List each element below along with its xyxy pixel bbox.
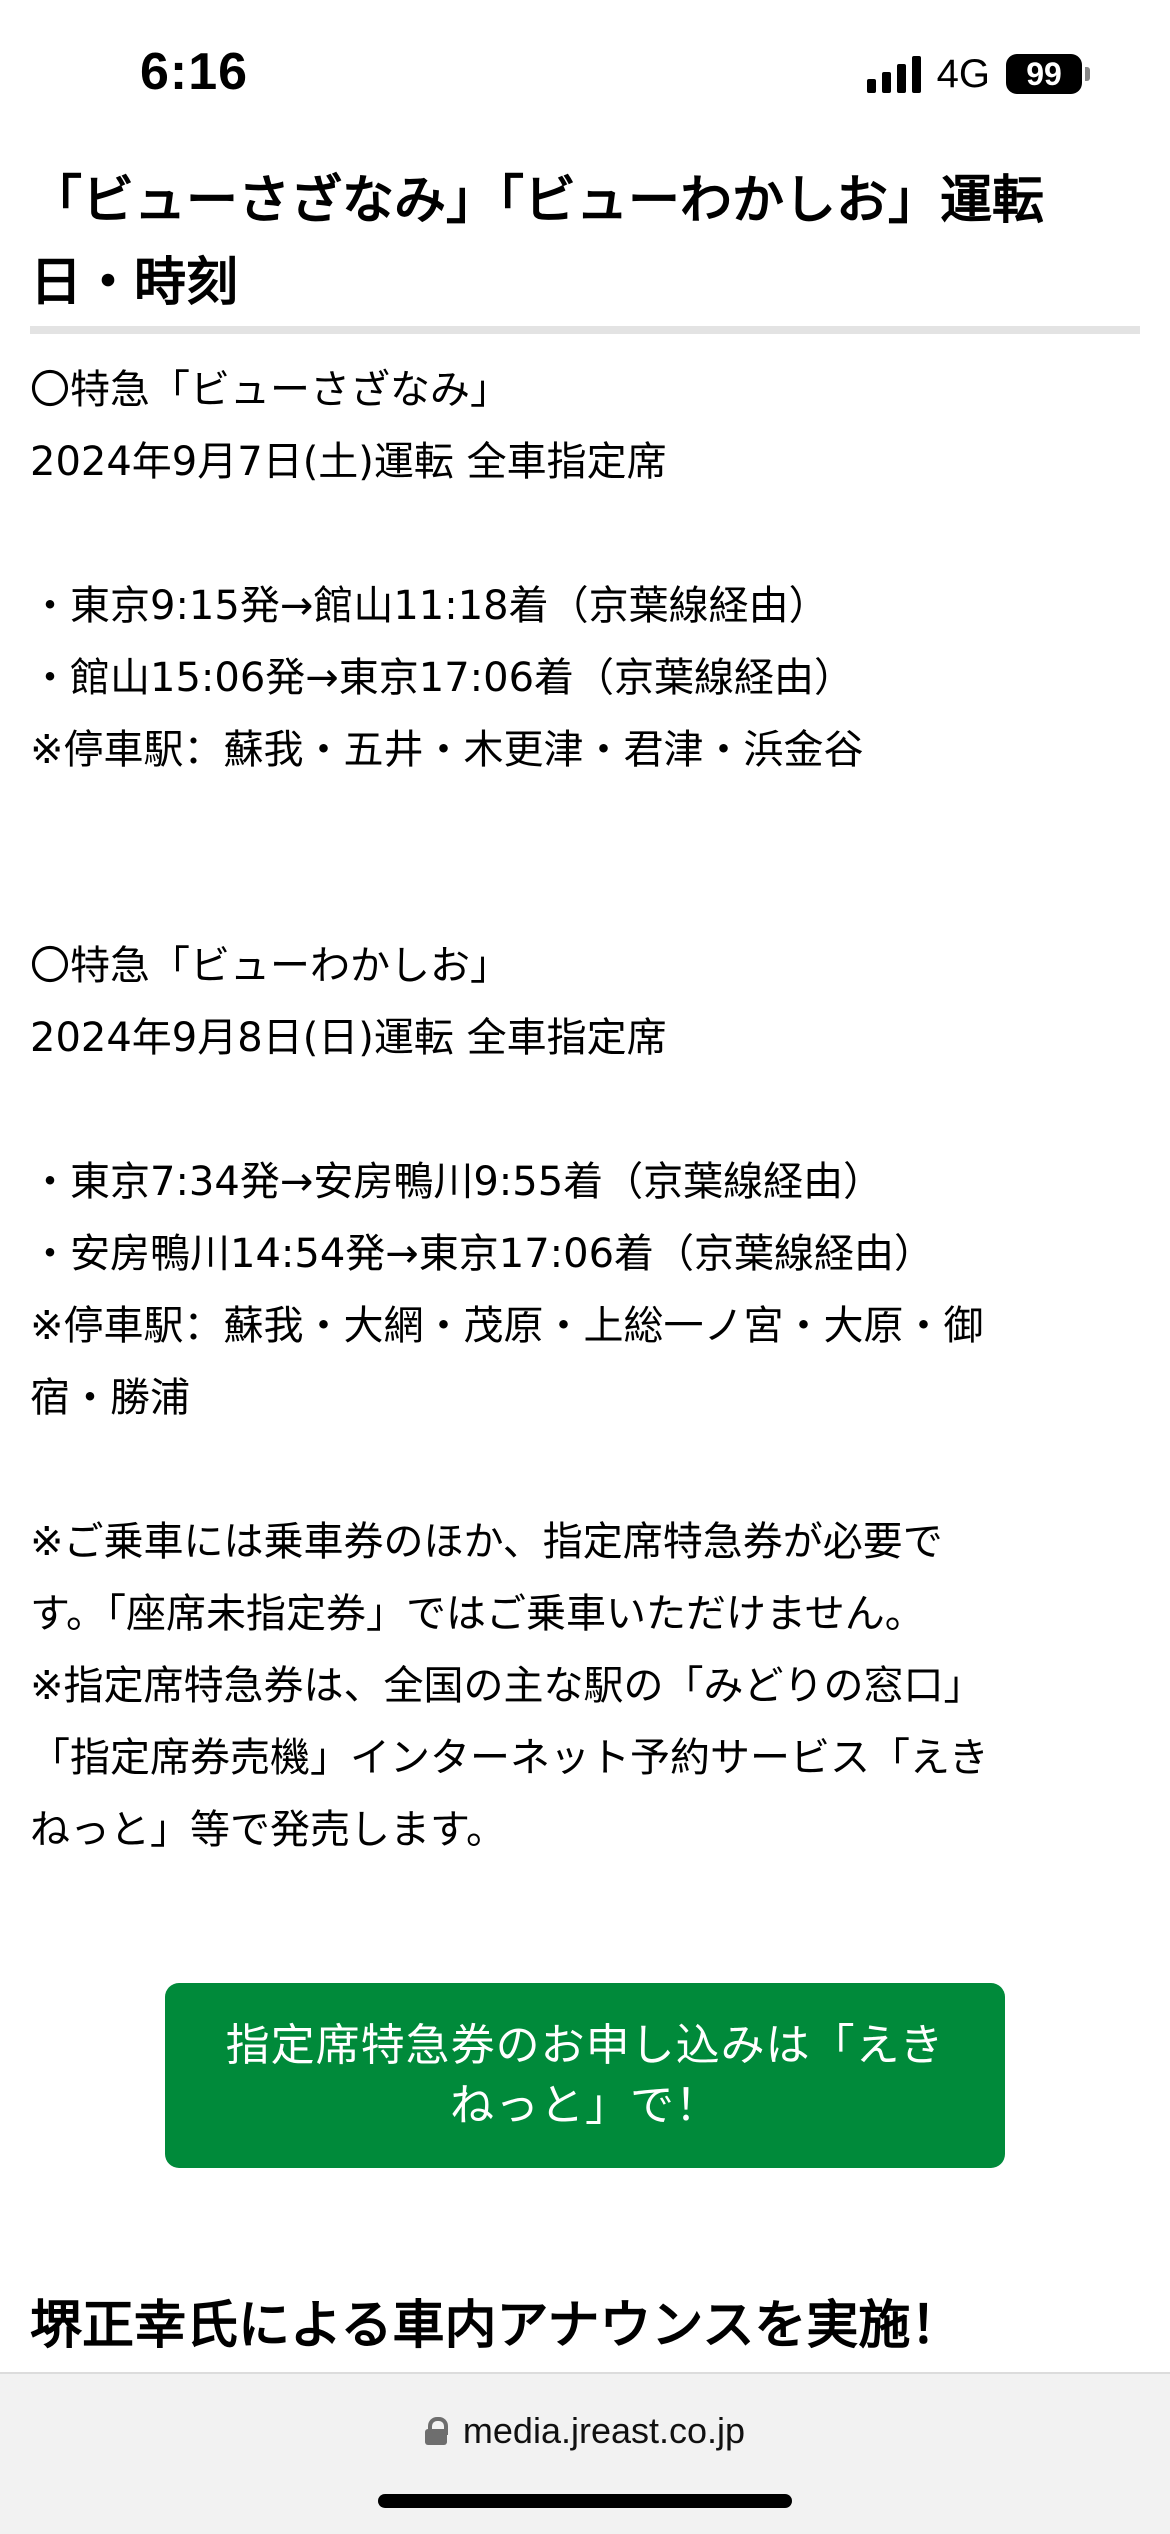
browser-toolbar: media.jreast.co.jp — [0, 2372, 1170, 2534]
title-divider — [30, 326, 1140, 334]
wakashio-stops-cont: 宿・勝浦 — [30, 1375, 190, 1421]
lock-icon — [424, 2417, 448, 2445]
ticket-note-1: ※ご乗車には乗車券のほか、指定席特急券が必要で — [30, 1519, 943, 1565]
wakashio-schedule-outbound: ・東京7:34発→安房鴨川9:55着（京葉線経由） — [30, 1159, 884, 1205]
network-type: 4G — [936, 51, 990, 96]
status-bar: 6:16 4G 99 — [0, 0, 1170, 150]
status-indicators: 4G 99 — [866, 51, 1090, 96]
status-time: 6:16 — [140, 43, 249, 101]
train-heading-wakashio: 〇特急「ビューわかしお」 — [30, 943, 510, 989]
wakashio-stops: ※停車駅：蘇我・大網・茂原・上総一ノ宮・大原・御 — [30, 1303, 984, 1349]
ticket-note-2-end: ねっと」等で発売します。 — [30, 1807, 506, 1853]
ticket-note-1-cont: す。「座席未指定券」ではご乗車いただけません。 — [30, 1591, 925, 1637]
train-heading-sazanami: 〇特急「ビューさざなみ」 — [30, 367, 510, 413]
ticket-note-2: ※指定席特急券は、全国の主な駅の「みどりの窓口」 — [30, 1663, 984, 1709]
home-indicator[interactable] — [378, 2494, 792, 2508]
section-heading-announcement: 堺正幸氏による車内アナウンスを実施！ — [30, 2296, 963, 2356]
sazanami-operation-date: 2024年9月7日(土)運転 全車指定席 — [30, 439, 667, 485]
article-title: 「ビューさざなみ」「ビューわかしお」運転日・時刻 — [30, 171, 1045, 313]
ekinet-apply-label: 指定席特急券のお申し込みは「えきねっと」で！ — [225, 2019, 945, 2131]
ekinet-apply-button[interactable]: 指定席特急券のお申し込みは「えきねっと」で！ — [165, 1983, 1005, 2168]
url-text: media.jreast.co.jp — [462, 2410, 746, 2451]
ticket-note-2-cont: 「指定席券売機」インターネット予約サービス「えき — [30, 1735, 989, 1781]
address-bar[interactable]: media.jreast.co.jp — [0, 2410, 1170, 2452]
sazanami-schedule-outbound: ・東京9:15発→館山11:18着（京葉線経由） — [30, 583, 829, 629]
sazanami-stops: ※停車駅：蘇我・五井・木更津・君津・浜金谷 — [30, 727, 864, 773]
battery-level: 99 — [1006, 54, 1082, 94]
wakashio-operation-date: 2024年9月8日(日)運転 全車指定席 — [30, 1015, 667, 1061]
battery-icon: 99 — [1006, 54, 1090, 94]
sazanami-schedule-return: ・館山15:06発→東京17:06着（京葉線経由） — [30, 655, 855, 701]
cellular-signal-icon — [866, 55, 921, 93]
wakashio-schedule-return: ・安房鴨川14:54発→東京17:06着（京葉線経由） — [30, 1231, 935, 1277]
